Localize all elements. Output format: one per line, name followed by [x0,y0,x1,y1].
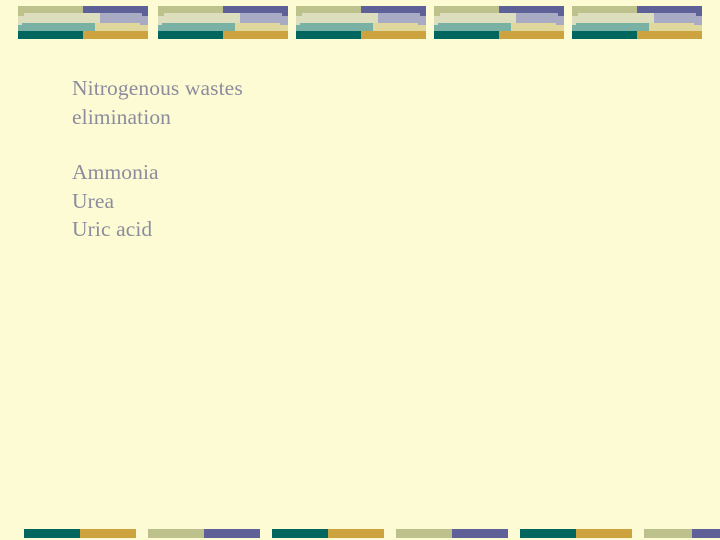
banner-band-4 [572,31,637,39]
banner-inset-lower [300,23,418,31]
banner-inset-lower-right [373,23,418,31]
slide-body-list: Ammonia Urea Uric acid [72,158,632,244]
banner-inset-upper [24,13,142,23]
slide-content: Nitrogenous wastes elimination Ammonia U… [72,74,632,244]
banner-inset-lower-right [235,23,280,31]
banner-inset-upper [578,13,696,23]
body-line-3: Uric acid [72,217,153,241]
banner-band-4 [637,31,702,39]
banner-inset-lower-right [95,23,140,31]
banner-inset-upper-right [653,13,696,23]
banner-band-4 [361,31,426,39]
banner-inset-lower [576,23,694,31]
banner-inset-upper-right [99,13,142,23]
banner-unit-3 [296,0,426,40]
bottom-banner-block-7 [396,529,452,538]
banner-inset-upper [302,13,420,23]
top-decorative-banner [0,0,720,44]
banner-band-4 [296,31,361,39]
banner-inset-upper-left [440,13,516,23]
banner-inset-lower-right [649,23,694,31]
banner-inset-upper [164,13,282,23]
bottom-banner-block-4 [204,529,260,538]
banner-inset-upper-right [377,13,420,23]
banner-inset-upper-left [24,13,100,23]
banner-inset-lower-left [300,23,374,31]
bottom-banner-block-5 [272,529,328,538]
slide-title: Nitrogenous wastes elimination [72,74,632,131]
body-line-1: Ammonia [72,160,159,184]
banner-inset-upper-right [239,13,282,23]
banner-inset-upper-left [164,13,240,23]
bottom-banner-block-11 [644,529,692,538]
bottom-banner-block-10 [576,529,632,538]
banner-unit-4 [434,0,564,40]
bottom-banner-block-2 [80,529,136,538]
banner-inset-upper [440,13,558,23]
banner-unit-1 [18,0,148,40]
banner-unit-2 [158,0,288,40]
title-line-1: Nitrogenous wastes [72,76,243,100]
bottom-banner-block-6 [328,529,384,538]
bottom-banner-block-8 [452,529,508,538]
banner-band-4 [158,31,223,39]
banner-inset-upper-left [302,13,378,23]
bottom-banner-block-9 [520,529,576,538]
body-line-2: Urea [72,188,115,213]
slide-canvas: Nitrogenous wastes elimination Ammonia U… [0,0,720,540]
banner-band-4 [434,31,499,39]
banner-inset-lower-left [22,23,96,31]
bottom-decorative-banner [0,528,720,540]
banner-band-4 [83,31,148,39]
banner-inset-upper-right [515,13,558,23]
banner-inset-lower-right [511,23,556,31]
banner-inset-lower-left [162,23,236,31]
banner-inset-lower [22,23,140,31]
banner-inset-lower [162,23,280,31]
banner-inset-upper-left [578,13,654,23]
banner-band-4 [18,31,83,39]
bottom-banner-block-3 [148,529,204,538]
banner-inset-lower-left [576,23,650,31]
banner-unit-5 [572,0,702,40]
banner-band-4 [223,31,288,39]
banner-band-4 [499,31,564,39]
bottom-banner-block-1 [24,529,80,538]
banner-inset-lower-left [438,23,512,31]
bottom-banner-block-12 [692,529,720,538]
title-line-2: elimination [72,104,172,129]
banner-inset-lower [438,23,556,31]
